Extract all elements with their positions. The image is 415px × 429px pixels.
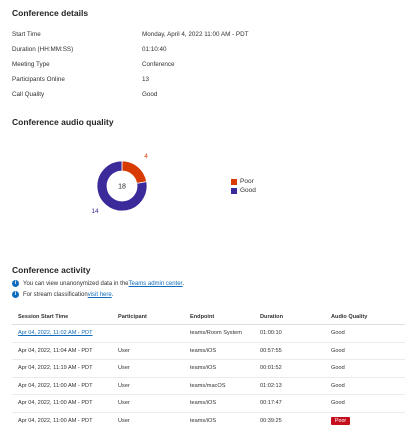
legend-swatch-good — [231, 187, 237, 194]
visit-here-link[interactable]: visit here — [88, 292, 112, 298]
info-unanonymized: i You can view unanonymized data in the … — [12, 280, 184, 287]
audio-quality-cell: Good — [331, 382, 345, 389]
legend-label-poor: Poor — [240, 178, 254, 185]
audio-quality-cell: Good — [331, 330, 345, 337]
detail-value: 13 — [142, 76, 150, 83]
detail-value: Good — [142, 91, 158, 98]
session-start-cell: Apr 04, 2022, 11:04 AM - PDT — [18, 347, 93, 354]
audio-quality-cell: Poor — [331, 416, 405, 425]
info-text: For stream classification — [23, 291, 88, 298]
detail-value: Monday, April 4, 2022 11:00 AM - PDT — [142, 31, 249, 38]
column-header[interactable]: Duration — [260, 314, 331, 320]
activity-table: Session Start Time Participant Endpoint … — [12, 309, 405, 429]
legend-item-good: Good — [231, 186, 256, 195]
table-row[interactable]: Apr 04, 2022, 11:04 AM - PDT User teams/… — [12, 343, 405, 360]
endpoint-cell: teams/Room System — [190, 330, 242, 337]
info-icon: i — [12, 280, 19, 287]
session-start-cell: Apr 04, 2022, 11:00 AM - PDT — [18, 417, 93, 424]
teams-admin-center-link[interactable]: Teams admin center — [129, 281, 183, 287]
conference-details-list: Start Time Monday, April 4, 2022 11:00 A… — [12, 27, 402, 102]
legend-swatch-poor — [231, 178, 237, 185]
audio-quality-cell: Good — [331, 365, 345, 372]
endpoint-cell: teams/macOS — [190, 382, 226, 389]
detail-label: Call Quality — [12, 91, 45, 98]
column-header[interactable]: Endpoint — [190, 314, 260, 320]
column-header[interactable]: Participant — [118, 314, 190, 320]
audio-quality-cell: Good — [331, 347, 345, 354]
detail-row-duration: Duration (HH:MM:SS) 01:10:40 — [12, 42, 402, 57]
endpoint-cell: teams/iOS — [190, 365, 217, 372]
poor-data-label: 4 — [144, 153, 148, 160]
detail-value: 01:10:40 — [142, 46, 167, 53]
duration-cell: 00:39:25 — [260, 417, 282, 424]
legend-label-good: Good — [240, 187, 256, 194]
poor-quality-badge: Poor — [331, 416, 351, 425]
conference-details-title: Conference details — [12, 8, 89, 18]
participant-cell: User — [118, 417, 130, 424]
endpoint-cell: teams/iOS — [190, 347, 217, 354]
info-stream-classification: i For stream classification visit here . — [12, 291, 113, 298]
detail-row-call-quality: Call Quality Good — [12, 87, 402, 102]
participant-cell: User — [118, 382, 130, 389]
donut-slice-poor[interactable] — [121, 160, 148, 184]
info-suffix: . — [111, 291, 114, 298]
duration-cell: 00:17:47 — [260, 400, 282, 407]
audio-quality-donut-chart: 18 4 14 — [91, 153, 148, 215]
audio-quality-title: Conference audio quality — [12, 117, 114, 127]
info-suffix: . — [182, 280, 185, 287]
good-data-label: 14 — [91, 208, 99, 215]
detail-label: Participants Online — [12, 76, 65, 83]
duration-cell: 00:01:52 — [260, 365, 282, 372]
table-row[interactable]: Apr 04, 2022, 11:00 AM - PDT User teams/… — [12, 413, 405, 429]
duration-cell: 01:02:13 — [260, 382, 282, 389]
participant-cell: User — [118, 365, 130, 372]
duration-cell: 00:57:55 — [260, 347, 282, 354]
duration-cell: 01:00:10 — [260, 330, 282, 337]
info-icon: i — [12, 291, 19, 298]
detail-label: Start Time — [12, 31, 41, 38]
column-header[interactable]: Session Start Time — [12, 314, 118, 320]
conference-activity-title: Conference activity — [12, 265, 91, 275]
table-row[interactable]: Apr 04, 2022, 11:00 AM - PDT User teams/… — [12, 378, 405, 395]
info-text: You can view unanonymized data in the — [23, 280, 129, 287]
chart-legend: Poor Good — [231, 177, 256, 195]
detail-row-participants: Participants Online 13 — [12, 72, 402, 87]
detail-label: Duration (HH:MM:SS) — [12, 46, 74, 53]
endpoint-cell: teams/iOS — [190, 417, 217, 424]
table-header: Session Start Time Participant Endpoint … — [12, 309, 405, 325]
detail-value: Conference — [142, 61, 175, 68]
endpoint-cell: teams/iOS — [190, 400, 217, 407]
detail-label: Meeting Type — [12, 61, 50, 68]
column-header[interactable]: Audio Quality — [331, 314, 405, 320]
participant-cell: User — [118, 347, 130, 354]
session-start-link[interactable]: Apr 04, 2022, 11:02 AM - PDT — [12, 330, 118, 336]
session-start-cell: Apr 04, 2022, 11:00 AM - PDT — [18, 400, 93, 407]
table-row[interactable]: Apr 04, 2022, 11:02 AM - PDT teams/Room … — [12, 325, 405, 343]
legend-item-poor: Poor — [231, 177, 256, 186]
participant-cell: User — [118, 400, 130, 407]
session-start-cell: Apr 04, 2022, 11:19 AM - PDT — [18, 365, 93, 372]
session-start-cell: Apr 04, 2022, 11:00 AM - PDT — [18, 382, 93, 389]
detail-row-start-time: Start Time Monday, April 4, 2022 11:00 A… — [12, 27, 402, 42]
table-row[interactable]: Apr 04, 2022, 11:19 AM - PDT User teams/… — [12, 360, 405, 378]
table-row[interactable]: Apr 04, 2022, 11:00 AM - PDT User teams/… — [12, 395, 405, 413]
donut-center-total: 18 — [118, 184, 126, 191]
audio-quality-cell: Good — [331, 400, 345, 407]
detail-row-meeting-type: Meeting Type Conference — [12, 57, 402, 72]
